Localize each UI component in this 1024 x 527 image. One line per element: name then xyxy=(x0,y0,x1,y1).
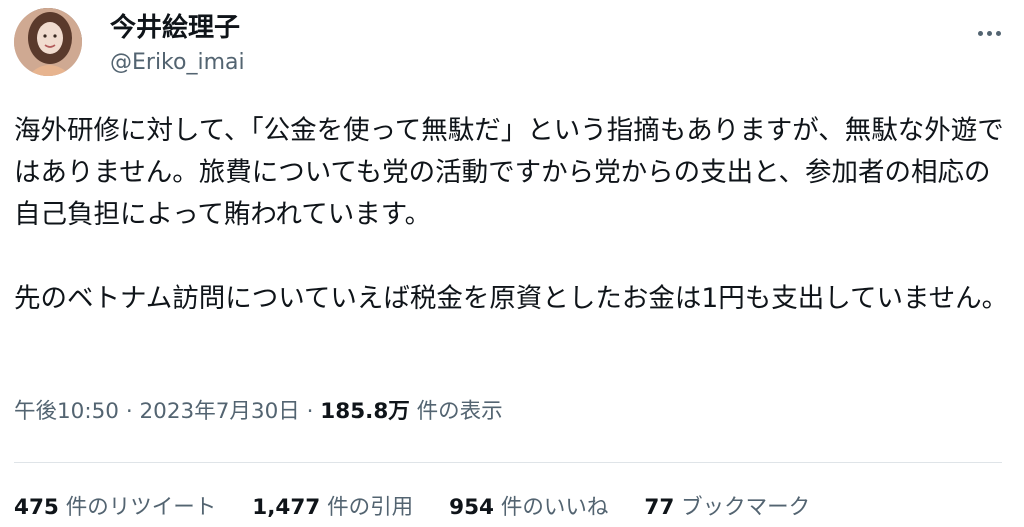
quotes-label: 件の引用 xyxy=(327,495,414,520)
likes-stat[interactable]: 954 件のいいね xyxy=(449,492,608,524)
tweet-timestamp[interactable]: 午後10:50 · 2023年7月30日 xyxy=(14,399,300,424)
views-label: 件の表示 xyxy=(416,399,503,424)
tweet-header: 今井絵理子 @Eriko_imai xyxy=(14,8,1010,82)
views-link[interactable]: 185.8万 件の表示 xyxy=(320,399,502,424)
user-handle[interactable]: @Eriko_imai xyxy=(110,48,245,78)
quotes-stat[interactable]: 1,477 件の引用 xyxy=(252,492,413,524)
retweets-stat[interactable]: 475 件のリツイート xyxy=(14,492,216,524)
avatar[interactable] xyxy=(14,8,82,76)
tweet-meta: 午後10:50 · 2023年7月30日 · 185.8万 件の表示 xyxy=(14,396,503,428)
display-name[interactable]: 今井絵理子 xyxy=(110,12,245,44)
tweet-date: 2023年7月30日 xyxy=(139,399,300,424)
meta-separator: · xyxy=(125,399,133,424)
likes-label: 件のいいね xyxy=(500,495,609,520)
quotes-count: 1,477 xyxy=(252,495,321,520)
author-info: 今井絵理子 @Eriko_imai xyxy=(110,12,245,78)
tweet-text: 海外研修に対して、「公金を使って無駄だ」という指摘もありますが、無駄な外遊ではあ… xyxy=(14,115,1009,314)
likes-count: 954 xyxy=(449,495,495,520)
bookmarks-count: 77 xyxy=(644,495,675,520)
retweets-count: 475 xyxy=(14,495,59,520)
meta-separator: · xyxy=(306,399,314,424)
bookmarks-label: ブックマーク xyxy=(681,495,811,520)
divider xyxy=(14,462,1002,463)
views-count: 185.8万 xyxy=(320,399,410,424)
engagement-stats: 475 件のリツイート 1,477 件の引用 954 件のいいね 77 ブックマ… xyxy=(14,492,846,524)
more-options-icon[interactable] xyxy=(974,18,1004,48)
tweet-detail: 今井絵理子 @Eriko_imai 海外研修に対して、「公金を使って無駄だ」とい… xyxy=(0,0,1024,527)
bookmarks-stat[interactable]: 77 ブックマーク xyxy=(644,492,810,524)
avatar-photo-icon xyxy=(14,8,82,76)
tweet-time: 午後10:50 xyxy=(14,399,119,424)
retweets-label: 件のリツイート xyxy=(65,495,217,520)
